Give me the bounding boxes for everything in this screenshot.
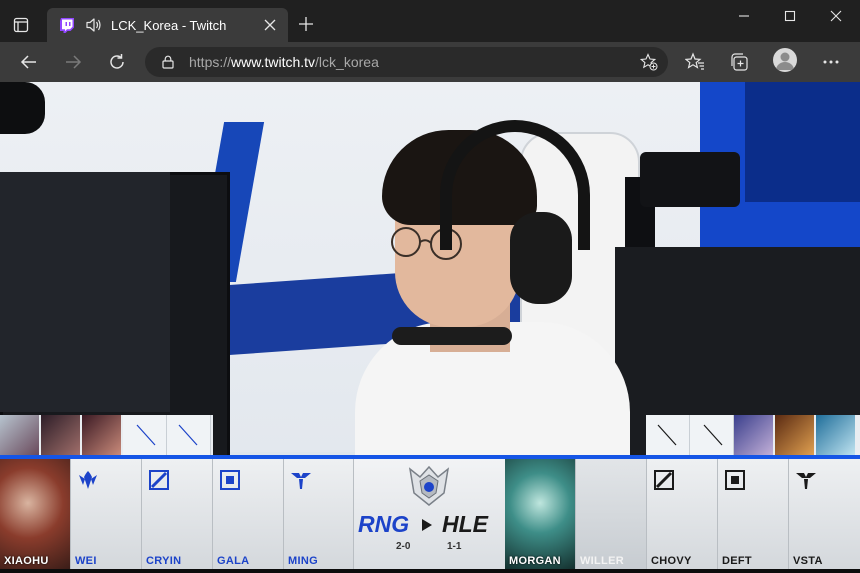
player-slot-red-4: DEFT <box>718 459 789 569</box>
more-menu-button[interactable] <box>820 51 842 73</box>
favorites-button[interactable] <box>684 51 706 73</box>
tab-title: LCK_Korea - Twitch <box>111 17 227 33</box>
player-name: MING <box>288 555 318 567</box>
player-slot-red-5: VSTA <box>789 459 860 569</box>
ban-champion-portrait <box>734 415 773 455</box>
window-close-button[interactable] <box>820 6 852 26</box>
address-bar[interactable]: https://www.twitch.tv/lck_korea <box>145 47 668 77</box>
worlds-trophy-icon <box>408 465 450 506</box>
plus-icon <box>299 17 313 31</box>
match-scoreboard: RNG HLE 2-0 1-1 <box>354 459 505 569</box>
stage-dark-panel <box>745 82 860 202</box>
ban-champion-portrait <box>0 415 39 455</box>
close-icon <box>264 19 276 31</box>
ban-empty-slot <box>123 415 167 455</box>
maximize-icon <box>784 10 796 22</box>
speaker-icon[interactable] <box>85 17 103 33</box>
new-tab-button[interactable] <box>296 14 316 34</box>
url-prefix: https:// <box>189 54 232 70</box>
browser-tab-active[interactable]: LCK_Korea - Twitch <box>47 8 288 42</box>
url-host: www.twitch.tv <box>231 54 316 70</box>
jungle-icon <box>79 471 97 489</box>
support-icon <box>291 473 311 489</box>
blue-bans <box>0 415 213 455</box>
more-icon <box>823 60 839 64</box>
mid-icon <box>654 470 674 490</box>
refresh-icon <box>110 54 124 69</box>
profile-avatar[interactable] <box>773 48 797 72</box>
tab-actions-icon <box>13 17 29 33</box>
tab-actions-button[interactable] <box>6 12 36 38</box>
left-camera <box>0 82 45 134</box>
window-close-icon <box>830 10 842 22</box>
bot-icon <box>725 470 745 490</box>
collections-button[interactable] <box>728 51 750 73</box>
player-name: CHOVY <box>651 555 692 567</box>
player-slot-blue-1: XIAOHU <box>0 459 71 569</box>
twitch-favicon-icon <box>60 18 74 33</box>
red-team-record: 1-1 <box>447 541 462 552</box>
ban-empty-slot <box>646 415 690 455</box>
player-name: CRYIN <box>146 555 182 567</box>
ban-slash-icon <box>703 424 723 446</box>
play-arrow-icon <box>422 519 432 531</box>
player-name: WEI <box>75 555 97 567</box>
minimize-button[interactable] <box>728 6 760 26</box>
url-path: /lck_korea <box>315 54 379 70</box>
red-bans <box>646 415 860 455</box>
ban-slash-icon <box>657 424 677 446</box>
support-icon <box>796 473 816 489</box>
draft-hud: XIAOHU WEI CRYIN GALA MING RNG HLE 2-0 1… <box>0 459 860 573</box>
arrow-right-icon <box>66 55 82 69</box>
player-slot-blue-4: GALA <box>213 459 284 569</box>
favorites-icon <box>685 52 704 70</box>
maximize-button[interactable] <box>774 6 806 26</box>
player-slot-blue-2: WEI <box>71 459 142 569</box>
headset-mic <box>392 327 512 345</box>
refresh-button[interactable] <box>103 48 131 76</box>
ban-champion-portrait <box>775 415 814 455</box>
player-name: VSTA <box>793 555 823 567</box>
ban-champion-portrait <box>82 415 121 455</box>
collections-icon <box>731 53 748 71</box>
ban-empty-slot <box>690 415 734 455</box>
bot-icon <box>220 470 240 490</box>
player-slot-red-1: MORGAN <box>505 459 576 569</box>
browser-toolbar: https://www.twitch.tv/lck_korea <box>0 42 860 82</box>
player-name: MORGAN <box>509 555 561 567</box>
video-player[interactable]: T AB <box>0 82 860 573</box>
forward-button[interactable] <box>59 48 87 76</box>
player-name: GALA <box>217 555 250 567</box>
red-team-name: HLE <box>442 511 488 537</box>
player-name: XIAOHU <box>4 555 49 567</box>
tab-close-button[interactable] <box>260 15 280 35</box>
player-slot-red-2: WILLER <box>576 459 647 569</box>
blue-team-name: RNG <box>358 511 410 537</box>
lock-icon[interactable] <box>161 55 175 69</box>
player-slot-red-3: CHOVY <box>647 459 718 569</box>
ban-champion-portrait <box>816 415 855 455</box>
mid-icon <box>149 470 169 490</box>
player-name: WILLER <box>580 555 624 567</box>
ban-champion-portrait <box>41 415 80 455</box>
browser-titlebar: LCK_Korea - Twitch <box>0 0 860 48</box>
headset-earcup <box>510 212 572 304</box>
ban-slash-icon <box>178 424 198 446</box>
blue-team-record: 2-0 <box>396 541 411 552</box>
minimize-icon <box>739 15 749 17</box>
profile-icon <box>776 52 794 70</box>
ban-slash-icon <box>136 424 156 446</box>
back-button[interactable] <box>15 48 43 76</box>
player-slot-blue-3: CRYIN <box>142 459 213 569</box>
url-text: https://www.twitch.tv/lck_korea <box>189 54 379 70</box>
left-monitor-screen <box>0 172 170 412</box>
add-favorite-icon[interactable] <box>640 53 658 71</box>
ban-empty-slot <box>167 415 211 455</box>
arrow-left-icon <box>20 55 36 69</box>
right-camera <box>640 152 740 207</box>
player-slot-blue-5: MING <box>284 459 354 569</box>
player-name: DEFT <box>722 555 752 567</box>
